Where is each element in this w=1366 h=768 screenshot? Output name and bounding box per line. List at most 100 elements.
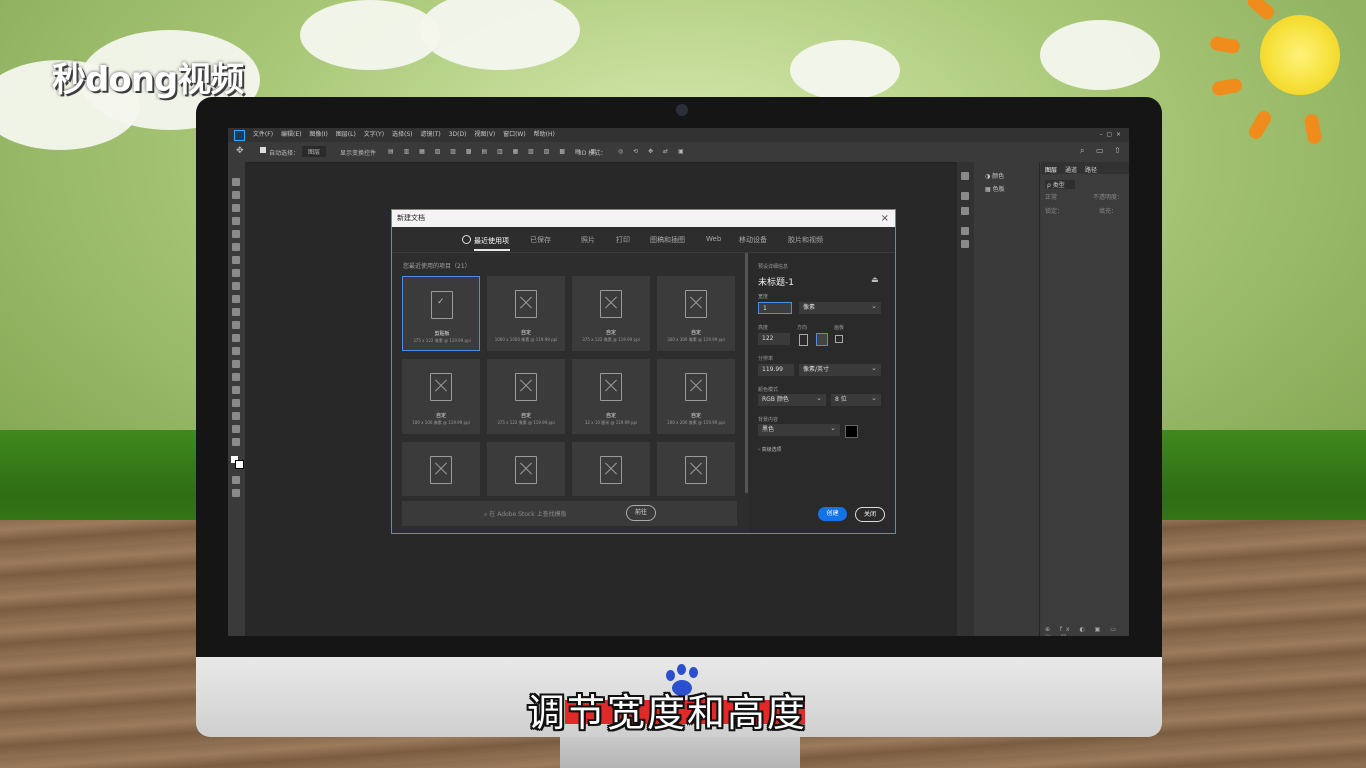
create-button[interactable]: 创建	[818, 507, 847, 521]
menu-help[interactable]: 帮助(H)	[534, 128, 555, 142]
align-icons[interactable]: ▤ ▥ ▦ ▧ ▨ ▩ ▤ ▥ ▦ ▧ ▨ ▩ ▤ ▥	[388, 148, 600, 155]
grid-scrollbar[interactable]	[745, 253, 748, 493]
tab-saved[interactable]: 已保存	[530, 235, 551, 245]
menu-layer[interactable]: 图层(L)	[336, 128, 356, 142]
menu-3d[interactable]: 3D(D)	[449, 128, 467, 142]
path-select-icon[interactable]	[232, 386, 240, 394]
move-tool-icon[interactable]: ✥	[236, 146, 244, 156]
tile-size: 100 x 100 像素 @ 119.99 ppi	[412, 420, 470, 425]
tab-color[interactable]: ◑ 颜色	[985, 171, 1004, 180]
tab-mobile[interactable]: 移动设备	[739, 235, 767, 245]
tab-layers[interactable]: 图层	[1045, 165, 1057, 174]
history-icon[interactable]	[961, 172, 969, 180]
quick-mask-icon[interactable]	[232, 476, 240, 484]
preset-tile[interactable]: 自定 300 x 300 像素 @ 119.99 ppi	[657, 276, 735, 351]
show-transform-label[interactable]: 显示变换控件	[340, 148, 376, 157]
save-preset-icon[interactable]: ⏏	[871, 275, 879, 284]
healing-brush-icon[interactable]	[232, 256, 240, 264]
menu-filter[interactable]: 滤镜(T)	[420, 128, 440, 142]
preset-tile[interactable]: 自定 32 x 10 厘米 @ 119.99 ppi	[572, 359, 650, 434]
document-name[interactable]: 未标题-1	[758, 275, 794, 288]
preset-tile[interactable]: 自定 375 x 122 像素 @ 119.99 ppi	[572, 276, 650, 351]
tab-channels[interactable]: 通道	[1065, 165, 1077, 174]
marquee-tool-icon[interactable]	[232, 191, 240, 199]
color-mode-select[interactable]: RGB 颜色	[758, 392, 826, 406]
portrait-orientation-icon[interactable]	[799, 334, 808, 346]
eyedropper-icon[interactable]	[232, 243, 240, 251]
landscape-orientation-icon[interactable]	[816, 333, 828, 346]
lasso-tool-icon[interactable]	[232, 204, 240, 212]
screen-mode-icon[interactable]	[232, 489, 240, 497]
tab-swatches[interactable]: ▦ 色板	[985, 184, 1005, 193]
preset-tile[interactable]	[572, 442, 650, 496]
dodge-tool-icon[interactable]	[232, 347, 240, 355]
goto-button[interactable]: 前往	[626, 505, 656, 521]
stamp-tool-icon[interactable]	[232, 282, 240, 290]
layer-kind-filter[interactable]: ρ 类型	[1045, 180, 1075, 189]
blend-mode-select[interactable]: 正常	[1045, 192, 1057, 201]
magic-wand-icon[interactable]	[232, 217, 240, 225]
background-color-swatch[interactable]	[235, 460, 244, 469]
auto-select-checkbox[interactable]	[260, 147, 266, 153]
properties-icon[interactable]	[961, 207, 969, 215]
adjust-icon[interactable]	[961, 192, 969, 200]
workspace-icon[interactable]: ▭	[1096, 146, 1104, 155]
background-color-swatch[interactable]	[845, 425, 858, 438]
pen-tool-icon[interactable]	[232, 360, 240, 368]
crop-tool-icon[interactable]	[232, 230, 240, 238]
tab-print[interactable]: 打印	[616, 235, 630, 245]
menu-select[interactable]: 选择(S)	[392, 128, 413, 142]
tab-photo[interactable]: 照片	[581, 235, 595, 245]
rectangle-tool-icon[interactable]	[232, 399, 240, 407]
close-icon[interactable]: ×	[881, 210, 889, 227]
blur-tool-icon[interactable]	[232, 334, 240, 342]
zoom-tool-icon[interactable]	[232, 425, 240, 433]
menu-image[interactable]: 图像(I)	[309, 128, 327, 142]
eraser-tool-icon[interactable]	[232, 308, 240, 316]
preset-tile[interactable]: ✓ 剪贴板 375 x 122 像素 @ 119.99 ppi	[402, 276, 480, 351]
resolution-input[interactable]: 119.99	[758, 364, 794, 376]
close-button[interactable]: 关闭	[855, 507, 885, 522]
more-tools-icon[interactable]	[232, 438, 240, 446]
height-input[interactable]: 122	[758, 333, 790, 345]
background-select[interactable]: 黑色	[758, 422, 840, 436]
search-icon[interactable]: ⌕	[1080, 146, 1084, 156]
preset-tile[interactable]: 自定 375 x 122 像素 @ 119.99 ppi	[487, 359, 565, 434]
tab-web[interactable]: Web	[706, 235, 721, 243]
stock-search-input[interactable]: ⌕ 在 Adobe Stock 上查找模板	[484, 509, 567, 519]
type-tool-icon[interactable]	[232, 373, 240, 381]
character-icon[interactable]	[961, 227, 969, 235]
history-brush-icon[interactable]	[232, 295, 240, 303]
tab-film-video[interactable]: 胶片和视频	[788, 235, 823, 245]
preset-tile[interactable]: 自定 100 x 100 像素 @ 119.99 ppi	[402, 359, 480, 434]
width-input[interactable]: 1	[758, 302, 792, 314]
move-tool-icon[interactable]	[232, 178, 240, 186]
paragraph-icon[interactable]	[961, 240, 969, 248]
preset-tile[interactable]: 自定 1000 x 1000 像素 @ 119.99 ppi	[487, 276, 565, 351]
preset-tile[interactable]	[402, 442, 480, 496]
tab-recent[interactable]: 最近使用项	[462, 235, 509, 246]
menu-type[interactable]: 文字(Y)	[364, 128, 384, 142]
menu-file[interactable]: 文件(F)	[253, 128, 273, 142]
preset-tile[interactable]	[487, 442, 565, 496]
tab-art-illustration[interactable]: 图稿和插图	[650, 235, 685, 245]
advanced-options-toggle[interactable]: › 高级选项	[758, 446, 782, 453]
width-unit-select[interactable]: 像素	[799, 300, 881, 314]
window-controls[interactable]: – ▢ ×	[1100, 128, 1121, 142]
share-icon[interactable]: ⇧	[1114, 146, 1121, 155]
tab-paths[interactable]: 路径	[1085, 165, 1097, 174]
menu-view[interactable]: 视图(V)	[474, 128, 495, 142]
hand-tool-icon[interactable]	[232, 412, 240, 420]
preset-tile[interactable]	[657, 442, 735, 496]
menu-window[interactable]: 窗口(W)	[503, 128, 526, 142]
gradient-tool-icon[interactable]	[232, 321, 240, 329]
layer-select[interactable]: 图层	[302, 146, 327, 157]
menu-edit[interactable]: 编辑(E)	[281, 128, 301, 142]
resolution-unit-select[interactable]: 像素/英寸	[799, 362, 881, 376]
bit-depth-select[interactable]: 8 位	[831, 392, 881, 406]
brush-tool-icon[interactable]	[232, 269, 240, 277]
3d-icons[interactable]: ◎ ⟲ ✥ ⇄ ▣	[618, 148, 688, 155]
artboard-checkbox[interactable]	[835, 335, 843, 343]
layers-footer-icons[interactable]: ⊕ fx ◐ ▣ ▭ 🗀 🗑	[1045, 626, 1129, 636]
preset-tile[interactable]: 自定 200 x 200 像素 @ 119.99 ppi	[657, 359, 735, 434]
